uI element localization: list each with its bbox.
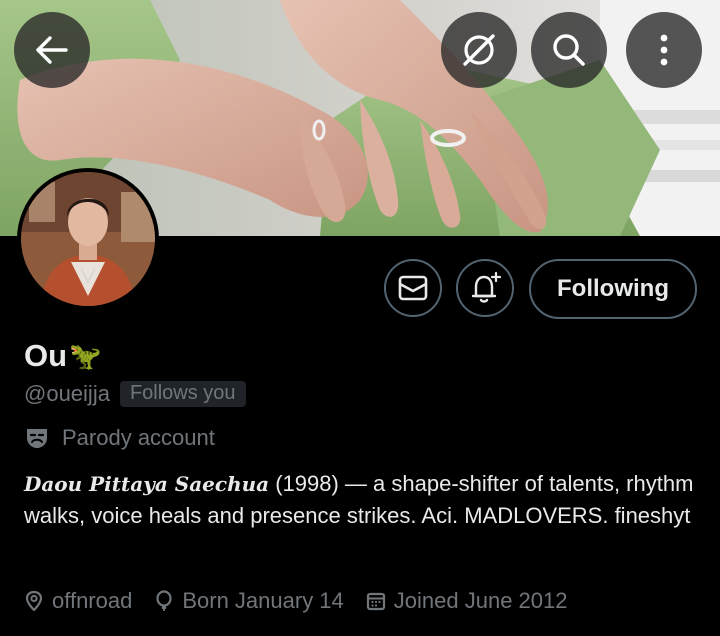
message-button[interactable]	[384, 259, 442, 317]
more-button[interactable]	[626, 12, 702, 88]
bell-plus-icon	[471, 271, 502, 303]
location-item: offnroad	[24, 588, 132, 614]
parody-label-row[interactable]: Parody account	[24, 424, 215, 452]
location-text: offnroad	[52, 588, 133, 613]
dinosaur-emoji: 🦖	[69, 340, 102, 371]
profile-name: Ou	[24, 338, 68, 373]
location-pin-icon	[25, 590, 43, 612]
more-vertical-icon	[660, 34, 668, 66]
profile-meta-row: offnroad Born January 14 Joined June 201…	[24, 586, 589, 616]
joined-item: Joined June 2012	[366, 588, 568, 614]
search-button[interactable]	[531, 12, 607, 88]
arrow-left-icon	[36, 36, 68, 64]
parody-label: Parody account	[62, 425, 215, 450]
handle-row: @oueijja Follows you	[24, 380, 246, 408]
notification-button[interactable]	[456, 259, 514, 317]
joined-text: Joined June 2012	[393, 588, 568, 613]
birthday-item: Born January 14	[154, 588, 344, 614]
avatar-image	[21, 172, 155, 306]
calendar-icon	[366, 592, 385, 611]
balloon-icon	[156, 590, 172, 611]
theater-mask-icon	[27, 429, 47, 448]
grok-icon	[463, 34, 495, 66]
profile-bio: Daou Pittaya Saechua (1998) — a shape-sh…	[24, 468, 714, 532]
envelope-icon	[398, 275, 428, 301]
profile-name-row: Ou 🦖	[24, 336, 101, 376]
avatar[interactable]	[17, 168, 159, 310]
grok-button[interactable]	[441, 12, 517, 88]
back-button[interactable]	[14, 12, 90, 88]
search-icon	[553, 34, 585, 66]
follows-you-badge: Follows you	[119, 381, 246, 407]
bio-name: Daou Pittaya Saechua	[24, 472, 270, 496]
birthday-text: Born January 14	[182, 588, 344, 613]
following-button[interactable]: Following	[529, 259, 697, 319]
profile-handle: @oueijja	[24, 381, 110, 406]
